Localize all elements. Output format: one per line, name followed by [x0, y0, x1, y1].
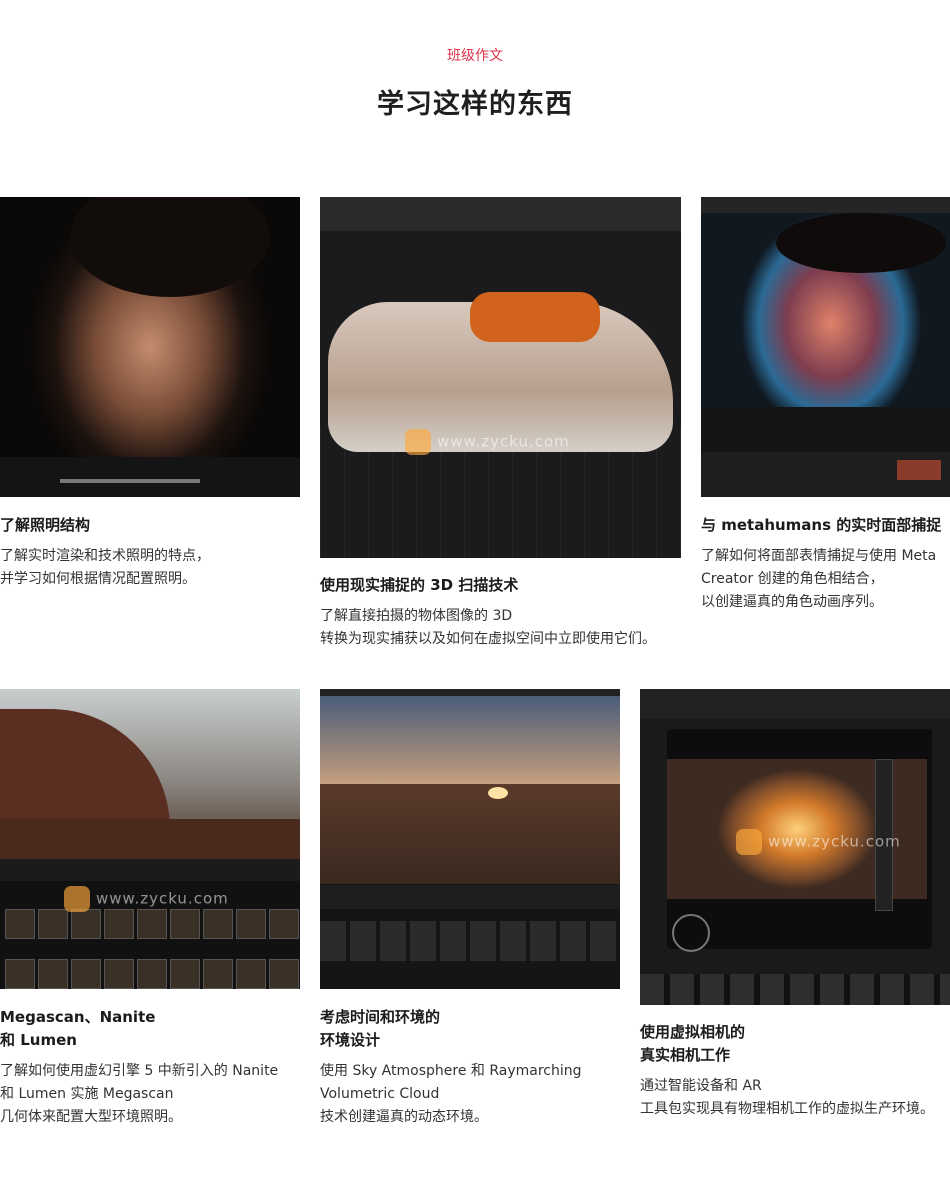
card-megascan-desc-line1: 了解如何使用虚幻引擎 5 中新引入的 Nanite: [0, 1063, 279, 1079]
card-megascan-title-line1: Megascan、Nanite: [0, 1008, 156, 1026]
card-environment-image: [320, 689, 620, 989]
section-headline: 学习这样的东西: [377, 89, 573, 120]
card-megascan-title-line2: 和 Lumen: [0, 1031, 77, 1049]
card-lighting-title: 了解照明结构: [0, 516, 91, 534]
card-environment-desc-line1: 使用 Sky Atmosphere 和 Raymarching: [320, 1063, 582, 1079]
watermark: www.zycku.com: [405, 429, 570, 455]
card-megascan-desc-line3: 几何体来配置大型环境照明。: [0, 1109, 182, 1125]
card-megascan-desc-line2: 和 Lumen 实施 Megascan: [0, 1086, 174, 1102]
card-3d-scan-image: www.zycku.com: [320, 197, 681, 558]
card-virtual-camera-title-line1: 使用虚拟相机的: [640, 1023, 746, 1041]
watermark: www.zycku.com: [736, 829, 901, 855]
card-metahumans-desc-line2: Creator 创建的角色相结合，: [701, 571, 884, 587]
watermark: www.zycku.com: [64, 886, 229, 912]
card-megascan-image: www.zycku.com: [0, 689, 300, 989]
card-lighting-desc-line2: 并学习如何根据情况配置照明。: [0, 571, 196, 587]
watermark-logo-icon: [405, 429, 431, 455]
card-metahumans-title: 与 metahumans 的实时面部捕捉: [701, 516, 942, 534]
card-lighting-image: [0, 197, 300, 497]
card-3d-scan-desc-line1: 了解直接拍摄的物体图像的 3D: [320, 608, 513, 624]
card-metahumans-image: [701, 197, 950, 497]
card-metahumans-desc-line3: 以创建逼真的角色动画序列。: [701, 594, 883, 610]
card-metahumans-desc-line1: 了解如何将面部表情捕捉与使用 Meta: [701, 548, 937, 564]
watermark-logo-icon: [736, 829, 762, 855]
card-environment-title-line2: 环境设计: [320, 1031, 381, 1049]
card-3d-scan-title: 使用现实捕捉的 3D 扫描技术: [320, 576, 519, 594]
watermark-logo-icon: [64, 886, 90, 912]
card-environment-desc-line2: Volumetric Cloud: [320, 1086, 440, 1102]
card-virtual-camera-title-line2: 真实相机工作: [640, 1046, 731, 1064]
card-3d-scan-desc-line2: 转换为现实捕获以及如何在虚拟空间中立即使用它们。: [320, 631, 656, 647]
card-virtual-camera-image: www.zycku.com: [640, 689, 950, 1005]
card-virtual-camera-desc-line1: 通过智能设备和 AR: [640, 1078, 762, 1094]
card-environment-desc-line3: 技术创建逼真的动态环境。: [320, 1109, 488, 1125]
card-virtual-camera-desc-line2: 工具包实现具有物理相机工作的虚拟生产环境。: [640, 1101, 934, 1117]
section-eyebrow: 班级作文: [447, 48, 503, 64]
card-lighting-desc-line1: 了解实时渲染和技术照明的特点，: [0, 548, 210, 564]
card-environment-title-line1: 考虑时间和环境的: [320, 1008, 441, 1026]
